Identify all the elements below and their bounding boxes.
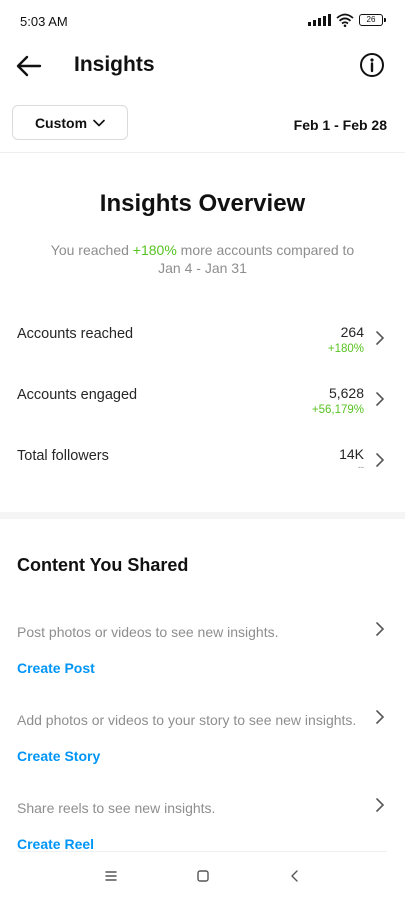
info-icon[interactable] bbox=[359, 52, 385, 78]
date-range: Feb 1 - Feb 28 bbox=[293, 117, 387, 133]
status-bar: 5:03 AM 26 bbox=[0, 0, 405, 44]
metric-value: 5,628 bbox=[328, 385, 364, 401]
metric-change: -- bbox=[358, 462, 364, 472]
create-post-link[interactable]: Create Post bbox=[17, 660, 95, 676]
subtitle-comparison-range: Jan 4 - Jan 31 bbox=[158, 260, 247, 276]
metric-row-total-followers[interactable]: Total followers 14K -- bbox=[0, 446, 405, 486]
metric-change: +56,179% bbox=[311, 404, 364, 416]
create-reel-link[interactable]: Create Reel bbox=[17, 836, 94, 852]
chevron-down-icon bbox=[93, 119, 105, 126]
metric-row-accounts-engaged[interactable]: Accounts engaged 5,628 +56,179% bbox=[0, 385, 405, 425]
chevron-right-icon bbox=[376, 453, 384, 467]
divider bbox=[0, 152, 405, 153]
chevron-right-icon[interactable] bbox=[373, 798, 387, 812]
create-story-link[interactable]: Create Story bbox=[17, 748, 100, 764]
subtitle-prefix: You reached bbox=[50, 242, 133, 258]
system-nav-bar bbox=[0, 852, 405, 900]
overview-subtitle: You reached +180% more accounts compared… bbox=[30, 241, 375, 277]
chevron-right-icon[interactable] bbox=[373, 710, 387, 724]
battery-level: 26 bbox=[366, 15, 376, 24]
battery-icon: 26 bbox=[359, 14, 386, 26]
section-separator bbox=[0, 512, 405, 519]
metric-value: 14K bbox=[339, 446, 364, 462]
subtitle-suffix: more accounts compared to bbox=[176, 242, 355, 258]
period-dropdown[interactable]: Custom bbox=[12, 105, 128, 140]
status-time: 5:03 AM bbox=[20, 14, 68, 29]
subtitle-highlight: +180% bbox=[132, 242, 177, 258]
metric-row-accounts-reached[interactable]: Accounts reached 264 +180% bbox=[0, 324, 405, 364]
content-section-title: Content You Shared bbox=[17, 555, 189, 575]
metric-label: Total followers bbox=[17, 448, 109, 464]
metric-value: 264 bbox=[340, 324, 364, 340]
signal-icon bbox=[308, 14, 331, 26]
back-triangle-icon[interactable] bbox=[285, 866, 305, 886]
chevron-right-icon[interactable] bbox=[373, 622, 387, 636]
metric-label: Accounts reached bbox=[17, 326, 134, 342]
arrow-left-icon[interactable] bbox=[14, 50, 46, 82]
chevron-right-icon bbox=[376, 331, 384, 345]
chevron-right-icon bbox=[376, 392, 384, 406]
content-item-text: Post photos or videos to see new insight… bbox=[17, 624, 279, 640]
period-dropdown-label: Custom bbox=[34, 114, 88, 131]
home-square-icon[interactable] bbox=[193, 866, 213, 886]
content-item-text: Add photos or videos to your story to se… bbox=[17, 712, 357, 728]
menu-icon[interactable] bbox=[101, 866, 121, 886]
page-title: Insights bbox=[74, 53, 155, 76]
content-item-text: Share reels to see new insights. bbox=[17, 800, 216, 816]
header: Insights bbox=[0, 44, 405, 88]
wifi-icon bbox=[336, 13, 354, 27]
overview-title: Insights Overview bbox=[99, 190, 306, 217]
metric-change: +180% bbox=[327, 343, 364, 355]
status-icons: 26 bbox=[308, 13, 386, 27]
metric-label: Accounts engaged bbox=[17, 387, 138, 403]
